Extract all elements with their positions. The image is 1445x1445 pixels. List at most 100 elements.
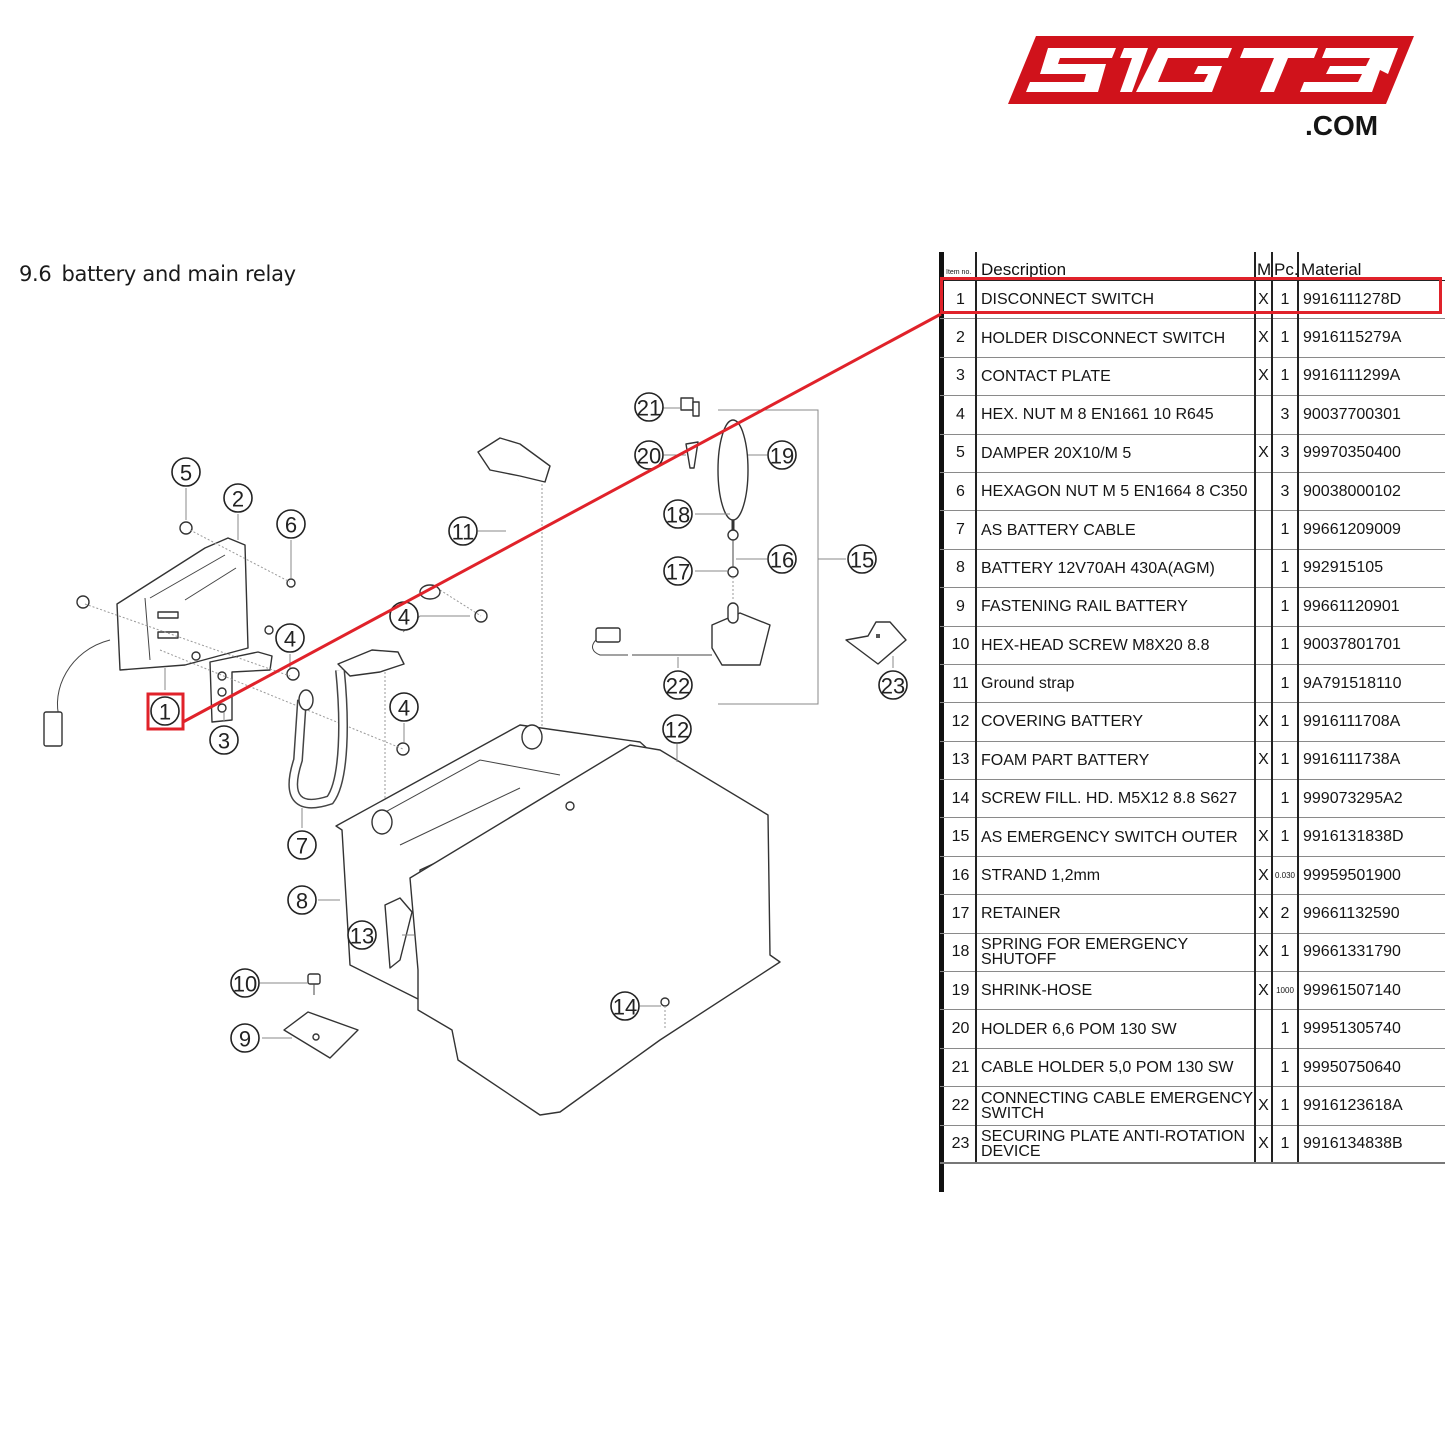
part-connecting-cable[interactable] <box>592 627 712 656</box>
part-fastening-rail[interactable] <box>283 1011 359 1059</box>
callout-16[interactable]: 16 <box>767 544 797 574</box>
callout-22[interactable]: 22 <box>663 670 693 700</box>
part-hex-head-screw[interactable] <box>307 973 321 995</box>
table-row[interactable]: 9 FASTENING RAIL BATTERY 1 99661120901 <box>940 587 1445 627</box>
callout-12[interactable]: 12 <box>662 714 692 744</box>
svg-text:6: 6 <box>285 513 297 538</box>
callout-4c[interactable]: 4 <box>389 692 419 722</box>
svg-text:8: 8 <box>296 889 308 914</box>
table-row[interactable]: 18 SPRING FOR EMERGENCY SHUTOFF X 1 99661331… <box>940 933 1445 973</box>
table-row[interactable]: 22 CONNECTING CABLE EMERGENCY SWITCH X 1 991… <box>940 1086 1445 1126</box>
callout-14[interactable]: 14 <box>610 991 640 1021</box>
m-flag-cell: X <box>1254 817 1272 857</box>
svg-text:4: 4 <box>398 696 410 721</box>
description-cell: HEXAGON NUT M 5 EN1664 8 C350 <box>975 472 1255 512</box>
table-row[interactable]: 2 HOLDER DISCONNECT SWITCH X 1 9916115279A <box>940 318 1445 358</box>
table-row[interactable]: 8 BATTERY 12V70AH 430A(AGM) 1 992915105 <box>940 549 1445 589</box>
table-row[interactable]: 16 STRAND 1,2mm X 0.030 99959501900 <box>940 856 1445 896</box>
callout-6[interactable]: 6 <box>276 509 306 539</box>
part-emergency-switch[interactable] <box>711 602 771 666</box>
part-cable-holder-21[interactable] <box>680 397 700 417</box>
part-holder-bracket[interactable] <box>209 651 273 723</box>
table-row[interactable]: 23 SECURING PLATE ANTI-ROTATION DEVICE X 1 9… <box>940 1125 1445 1165</box>
table-row[interactable]: 10 HEX-HEAD SCREW M8X20 8.8 1 90037801701 <box>940 626 1445 665</box>
table-row[interactable]: 4 HEX. NUT M 8 EN1661 10 R645 3 90037700301 <box>940 395 1445 435</box>
table-row[interactable]: 17 RETAINER X 2 99661132590 <box>940 894 1445 934</box>
table-row[interactable]: 6 HEXAGON NUT M 5 EN1664 8 C350 3 900380001… <box>940 472 1445 512</box>
quantity-cell: 1 <box>1271 1009 1298 1049</box>
callout-20[interactable]: 20 <box>634 440 664 470</box>
material-number-cell: 992915105 <box>1297 549 1445 589</box>
part-holder-20[interactable] <box>685 441 699 469</box>
callout-2[interactable]: 2 <box>223 483 253 513</box>
description-cell: STRAND 1,2mm <box>975 856 1255 896</box>
item-number-cell: 16 <box>940 856 976 896</box>
material-number-cell: 99970350400 <box>1297 434 1445 473</box>
svg-text:12: 12 <box>665 718 689 743</box>
quantity-cell: 1 <box>1271 779 1298 819</box>
m-flag-cell: X <box>1254 894 1272 934</box>
table-row[interactable]: 19 SHRINK-HOSE X 1000 99961507140 <box>940 971 1445 1011</box>
quantity-cell: 1 <box>1271 1048 1298 1088</box>
svg-text:23: 23 <box>881 674 905 699</box>
callout-11[interactable]: 11 <box>448 516 478 546</box>
table-row[interactable]: 13 FOAM PART BATTERY X 1 9916111738A <box>940 741 1445 781</box>
callout-8[interactable]: 8 <box>287 885 317 915</box>
part-screw-cover[interactable] <box>565 801 575 811</box>
sigt3-logo[interactable] <box>1008 36 1414 104</box>
callout-4b[interactable]: 4 <box>389 601 419 631</box>
part-securing-plate[interactable] <box>845 621 907 665</box>
item-number-cell: 19 <box>940 971 976 1011</box>
item-number-cell: 15 <box>940 817 976 857</box>
table-row[interactable]: 3 CONTACT PLATE X 1 9916111299A <box>940 357 1445 397</box>
table-row[interactable]: 1 DISCONNECT SWITCH X 1 9916111278D <box>940 280 1445 320</box>
m-flag-cell <box>1254 626 1272 665</box>
callout-13[interactable]: 13 <box>347 920 377 950</box>
description-cell: RETAINER <box>975 894 1255 934</box>
material-number-cell: 99661120901 <box>1297 587 1445 627</box>
quantity-cell: 1 <box>1271 626 1298 665</box>
svg-text:19: 19 <box>770 444 794 469</box>
part-ground-strap[interactable] <box>419 437 551 600</box>
svg-text:2: 2 <box>232 487 244 512</box>
table-row[interactable]: 14 SCREW FILL. HD. M5X12 8.8 S627 1 9990732… <box>940 779 1445 819</box>
callout-9[interactable]: 9 <box>230 1023 260 1053</box>
m-flag-cell: X <box>1254 741 1272 781</box>
table-row[interactable]: 20 HOLDER 6,6 POM 130 SW 1 99951305740 <box>940 1009 1445 1049</box>
material-number-cell: 9A791518110 <box>1297 664 1445 704</box>
m-flag-cell: X <box>1254 280 1272 320</box>
material-number-cell: 9916115279A <box>1297 318 1445 358</box>
callout-7[interactable]: 7 <box>287 830 317 860</box>
table-row[interactable]: 7 AS BATTERY CABLE 1 99661209009 <box>940 510 1445 550</box>
callout-10[interactable]: 10 <box>230 968 260 998</box>
item-number-cell: 21 <box>940 1048 976 1088</box>
callout-17[interactable]: 17 <box>663 556 693 586</box>
callout-23[interactable]: 23 <box>878 670 908 700</box>
m-flag-cell <box>1254 395 1272 435</box>
callout-5[interactable]: 5 <box>171 457 201 487</box>
quantity-cell: 3 <box>1271 434 1298 473</box>
callout-1[interactable]: 1 <box>150 696 180 726</box>
quantity-cell: 1 <box>1271 510 1298 550</box>
logo-domain-suffix: .COM <box>1305 110 1379 141</box>
callout-18[interactable]: 18 <box>663 499 693 529</box>
callout-21[interactable]: 21 <box>634 392 664 422</box>
callout-19[interactable]: 19 <box>767 440 797 470</box>
item-number-cell: 6 <box>940 472 976 512</box>
svg-text:18: 18 <box>666 503 690 528</box>
svg-text:9: 9 <box>239 1027 251 1052</box>
svg-text:1: 1 <box>159 700 171 725</box>
callout-4a[interactable]: 4 <box>275 623 305 653</box>
callout-15[interactable]: 15 <box>847 544 877 574</box>
table-row[interactable]: 15 AS EMERGENCY SWITCH OUTER X 1 9916131838D <box>940 817 1445 857</box>
part-battery-cable[interactable] <box>288 649 405 809</box>
description-cell: SHRINK-HOSE <box>975 971 1255 1011</box>
table-row[interactable]: 12 COVERING BATTERY X 1 9916111708A <box>940 702 1445 742</box>
table-row[interactable]: 5 DAMPER 20X10/M 5 X 3 99970350400 <box>940 434 1445 473</box>
callout-3[interactable]: 3 <box>209 725 239 755</box>
table-row[interactable]: 11 Ground strap 1 9A791518110 <box>940 664 1445 704</box>
m-flag-cell: X <box>1254 933 1272 973</box>
table-row[interactable]: 21 CABLE HOLDER 5,0 POM 130 SW 1 9995075064… <box>940 1048 1445 1088</box>
item-number-cell: 14 <box>940 779 976 819</box>
part-shrink-hose[interactable] <box>717 419 749 521</box>
